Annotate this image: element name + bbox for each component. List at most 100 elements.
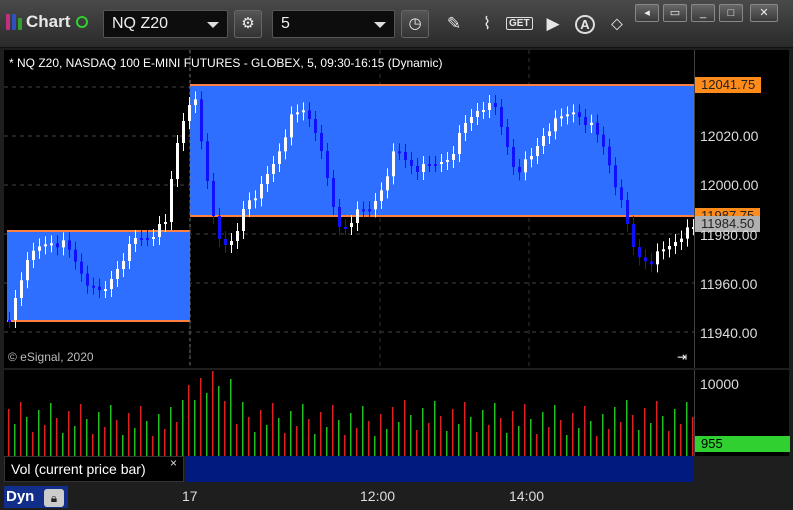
volume-bar <box>242 402 244 456</box>
volume-bar <box>542 412 544 456</box>
volume-study-label[interactable]: Vol (current price bar) <box>4 456 184 482</box>
get-data-button[interactable]: GET <box>506 12 533 36</box>
volume-bar <box>374 436 376 456</box>
candle-body <box>122 261 125 269</box>
candle-body <box>524 159 527 173</box>
volume-bar <box>146 421 148 456</box>
volume-bar <box>626 400 628 456</box>
candle-body <box>584 117 587 125</box>
candle-body <box>224 239 227 245</box>
candle-body <box>506 127 509 147</box>
replay-button[interactable]: ▶ <box>540 12 566 36</box>
draw-tools-button[interactable]: ✎ <box>441 12 467 36</box>
close-icon: ✕ <box>759 7 769 19</box>
restore-icon: ▭ <box>669 7 681 19</box>
candle-body <box>350 223 353 227</box>
volume-bar <box>212 371 214 456</box>
candle-body <box>110 279 113 289</box>
candle-body <box>236 231 239 241</box>
candle-body <box>362 209 365 212</box>
link-button[interactable]: ⬦ <box>604 12 630 36</box>
candle-body <box>368 209 371 212</box>
volume-bar <box>8 409 10 456</box>
candle-body <box>614 165 617 188</box>
candle-body <box>20 280 23 298</box>
candle-body <box>656 251 659 265</box>
volume-bar <box>176 422 178 456</box>
minimize-button[interactable]: _ <box>691 4 715 22</box>
volume-bar <box>386 429 388 456</box>
candle-body <box>470 117 473 123</box>
interval-value: 5 <box>281 15 290 32</box>
volume-bar <box>296 426 298 456</box>
volume-chart[interactable] <box>4 370 694 456</box>
volume-bar <box>416 430 418 456</box>
candle-body <box>680 238 683 242</box>
volume-bar <box>332 405 334 456</box>
volume-axis[interactable]: 10000 955 <box>694 370 790 456</box>
time-label: 14:00 <box>509 488 545 504</box>
candle-body <box>554 118 557 132</box>
volume-bar <box>434 401 436 456</box>
volume-bar <box>182 400 184 456</box>
candle-body <box>542 136 545 146</box>
close-button[interactable]: ✕ <box>750 4 778 22</box>
volume-bar <box>158 414 160 456</box>
candle-body <box>530 156 533 160</box>
restore-button[interactable]: ▭ <box>663 4 687 22</box>
time-label: 12:00 <box>360 488 396 504</box>
candle-body <box>578 112 581 117</box>
candle-body <box>206 141 209 181</box>
volume-bar <box>638 430 640 456</box>
candle-body <box>32 250 35 260</box>
candle-body <box>596 122 599 135</box>
volume-bar <box>506 433 508 456</box>
candle-body <box>500 107 503 127</box>
candle-body <box>458 133 461 154</box>
lock-icon[interactable]: 🔒︎ <box>44 489 64 507</box>
scroll-to-end-icon[interactable]: ⇥ <box>674 350 690 364</box>
candle-body <box>146 238 149 240</box>
studies-button[interactable]: ⌇ <box>474 12 500 36</box>
range-band-right <box>190 85 694 216</box>
maximize-button[interactable]: □ <box>719 4 743 22</box>
volume-chart-svg <box>8 371 694 456</box>
volume-bar <box>572 413 574 456</box>
app-title-text: Chart <box>26 12 71 31</box>
volume-bar <box>488 425 490 456</box>
candle-body <box>494 103 497 107</box>
time-template-button[interactable]: ◷ <box>401 10 429 38</box>
candle-body <box>392 151 395 177</box>
volume-bar <box>614 407 616 456</box>
candle-body <box>476 111 479 117</box>
price-chart[interactable]: * NQ Z20, NASDAQ 100 E-MINI FUTURES - GL… <box>4 50 694 368</box>
candle-body <box>128 244 131 261</box>
candle-body <box>56 243 59 248</box>
volume-bar <box>584 406 586 456</box>
alert-icon: A <box>575 15 595 34</box>
volume-bar <box>524 404 526 456</box>
alerts-button[interactable]: A <box>572 12 598 36</box>
candle-body <box>644 257 647 262</box>
time-label: 17 <box>182 488 198 504</box>
candle-body <box>284 137 287 152</box>
volume-bar <box>278 418 280 456</box>
back-button[interactable]: ◂ <box>635 4 659 22</box>
volume-bar <box>224 401 226 456</box>
volume-bar <box>122 435 124 456</box>
candle-body <box>134 238 137 244</box>
time-axis[interactable]: 17 12:00 14:00 <box>0 484 793 510</box>
interval-input[interactable]: 5 <box>272 10 395 38</box>
candle-body <box>482 110 485 112</box>
close-study-icon[interactable]: × <box>170 456 177 470</box>
clock-icon: ◷ <box>408 15 422 32</box>
volume-bar <box>356 428 358 456</box>
volume-bar <box>248 417 250 456</box>
candle-body <box>464 123 467 133</box>
refresh-gear-button[interactable]: ⚙ <box>234 10 262 38</box>
price-axis[interactable]: 12041.75 12020.00 12000.00 11987.75 1198… <box>694 50 789 368</box>
volume-bar <box>428 423 430 456</box>
volume-bar <box>62 433 64 456</box>
price-chart-svg <box>4 50 694 368</box>
symbol-input[interactable]: NQ Z20 <box>103 10 228 38</box>
